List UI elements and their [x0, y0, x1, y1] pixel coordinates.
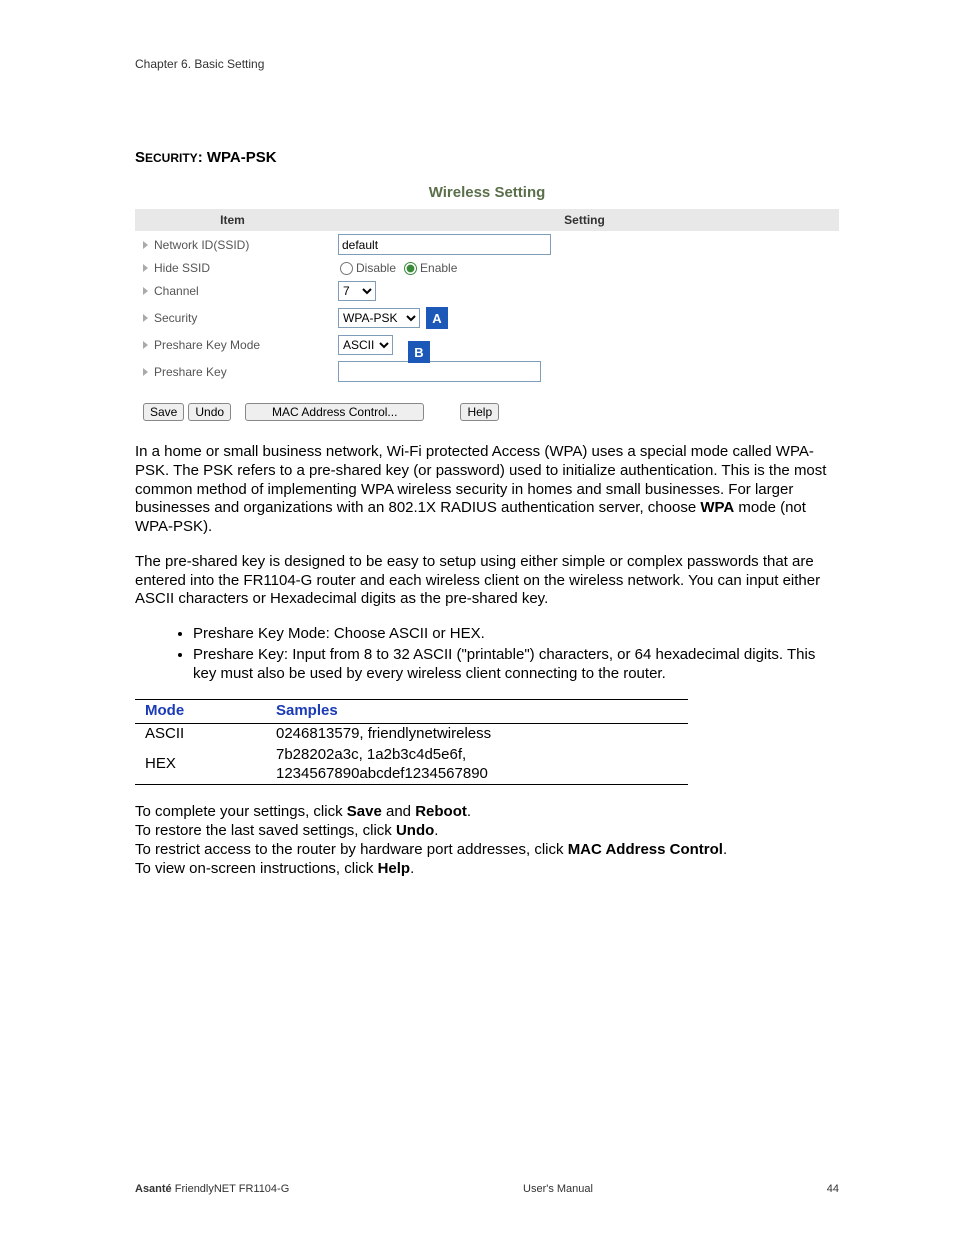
th-mode: Mode	[135, 700, 266, 724]
section-prefix: SECURITY	[135, 149, 198, 166]
panel-title: Wireless Setting	[135, 184, 839, 201]
bullet-1: Preshare Key Mode: Choose ASCII or HEX.	[193, 625, 839, 644]
callout-a: A	[426, 307, 448, 329]
body-text: In a home or small business network, Wi-…	[135, 443, 839, 878]
preshare-key-input[interactable]	[338, 361, 541, 382]
col-header-setting: Setting	[330, 209, 839, 231]
bullet-2: Preshare Key: Input from 8 to 32 ASCII (…	[193, 646, 839, 684]
row-ssid: Network ID(SSID)	[135, 231, 839, 258]
footer-left: Asanté FriendlyNET FR1104-G	[135, 1183, 289, 1195]
hide-disable-text: Disable	[356, 261, 396, 275]
row-hide-ssid: Hide SSID Disable Enable	[135, 258, 839, 278]
section-sep: :	[198, 149, 207, 166]
row-preshare-mode: Preshare Key Mode ASCII B	[135, 332, 839, 358]
preshare-mode-select[interactable]: ASCII	[338, 335, 393, 355]
preshare-key-label: Preshare Key	[154, 365, 227, 379]
chapter-header: Chapter 6. Basic Setting	[135, 57, 839, 71]
help-button[interactable]: Help	[460, 403, 499, 421]
section-name: WPA-PSK	[207, 149, 277, 166]
hide-disable-radio[interactable]	[340, 262, 353, 275]
td-mode: HEX	[135, 745, 266, 785]
wireless-settings-panel: Item Setting Network ID(SSID) Hide SSID …	[135, 209, 839, 421]
section-title: SECURITY: WPA-PSK	[135, 149, 839, 166]
th-samples: Samples	[266, 700, 688, 724]
table-row: ASCII 0246813579, friendlynetwireless	[135, 724, 688, 745]
hide-enable-text: Enable	[420, 261, 457, 275]
table-row: HEX 7b28202a3c, 1a2b3c4d5e6f, 1234567890…	[135, 745, 688, 785]
paragraph-1: In a home or small business network, Wi-…	[135, 443, 839, 537]
footer-center: User's Manual	[523, 1183, 593, 1195]
hide-enable-radio[interactable]	[404, 262, 417, 275]
channel-select[interactable]: 7	[338, 281, 376, 301]
ssid-input[interactable]	[338, 234, 551, 255]
row-preshare-key: Preshare Key	[135, 358, 839, 385]
preshare-mode-label: Preshare Key Mode	[154, 338, 260, 352]
row-channel: Channel 7	[135, 278, 839, 304]
button-row: Save Undo MAC Address Control... Help	[143, 403, 839, 421]
triangle-icon	[143, 241, 148, 249]
td-samples: 7b28202a3c, 1a2b3c4d5e6f, 1234567890abcd…	[266, 745, 688, 785]
col-header-item: Item	[135, 209, 330, 231]
settings-header: Item Setting	[135, 209, 839, 231]
paragraph-2: The pre-shared key is designed to be eas…	[135, 553, 839, 609]
page-footer: Asanté FriendlyNET FR1104-G User's Manua…	[135, 1183, 839, 1195]
triangle-icon	[143, 341, 148, 349]
security-label: Security	[154, 311, 197, 325]
security-select[interactable]: WPA-PSK	[338, 308, 420, 328]
bullet-list: Preshare Key Mode: Choose ASCII or HEX. …	[135, 625, 839, 683]
footer-page-number: 44	[827, 1183, 839, 1195]
row-security: Security WPA-PSK A	[135, 304, 839, 332]
hide-ssid-label: Hide SSID	[154, 261, 210, 275]
ssid-label: Network ID(SSID)	[154, 238, 249, 252]
instructions: To complete your settings, click Save an…	[135, 803, 839, 878]
samples-table: Mode Samples ASCII 0246813579, friendlyn…	[135, 699, 688, 785]
triangle-icon	[143, 264, 148, 272]
triangle-icon	[143, 287, 148, 295]
undo-button[interactable]: Undo	[188, 403, 231, 421]
triangle-icon	[143, 314, 148, 322]
mac-address-control-button[interactable]: MAC Address Control...	[245, 403, 424, 421]
callout-b: B	[408, 341, 430, 363]
td-mode: ASCII	[135, 724, 266, 745]
save-button[interactable]: Save	[143, 403, 184, 421]
td-samples: 0246813579, friendlynetwireless	[266, 724, 688, 745]
triangle-icon	[143, 368, 148, 376]
channel-label: Channel	[154, 284, 199, 298]
